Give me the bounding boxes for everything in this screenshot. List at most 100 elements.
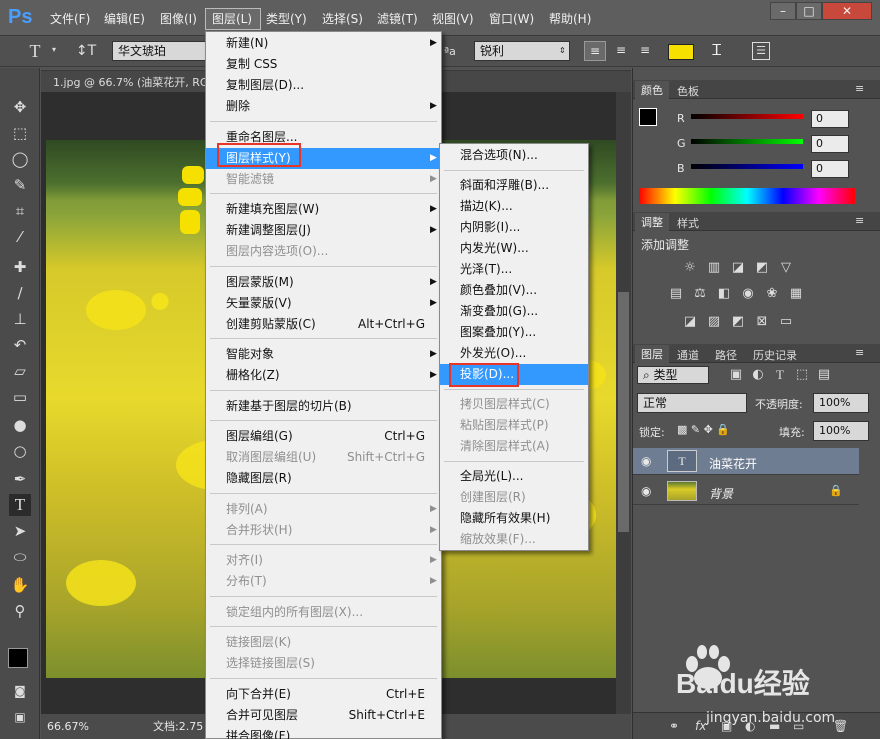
tab-color[interactable]: 颜色 xyxy=(635,81,669,99)
opacity-field[interactable]: 100% xyxy=(813,393,869,413)
align-left-icon[interactable]: ≡ xyxy=(584,41,606,61)
menu-filter[interactable]: 滤镜(T) xyxy=(377,10,418,27)
dodge-tool-icon[interactable]: ○ xyxy=(9,440,31,462)
maximize-button[interactable]: □ xyxy=(796,2,822,20)
layer-row-text[interactable]: ◉ T 油菜花开 xyxy=(633,448,859,475)
gradient-tool-icon[interactable]: ▭ xyxy=(9,386,31,408)
pen-tool-icon[interactable]: ✒ xyxy=(9,468,31,490)
eye-icon[interactable]: ◉ xyxy=(641,454,651,468)
channel-mixer-icon[interactable]: ❀ xyxy=(763,286,781,302)
fill-field[interactable]: 100% xyxy=(813,421,869,441)
vibrance-icon[interactable]: ▽ xyxy=(777,260,795,276)
tab-adjustments[interactable]: 调整 xyxy=(635,213,669,231)
screen-mode-icon[interactable]: ▣ xyxy=(9,706,31,728)
eraser-tool-icon[interactable]: ▱ xyxy=(9,360,31,382)
menu-item[interactable]: 内阴影(I)... xyxy=(440,217,588,238)
blend-mode-select[interactable]: 正常 xyxy=(637,393,747,413)
eyedropper-tool-icon[interactable]: ⁄ xyxy=(9,226,31,248)
history-brush-tool-icon[interactable]: ↶ xyxy=(9,334,31,356)
layer-filter-select[interactable]: ⌕ 类型 xyxy=(637,366,709,384)
menu-image[interactable]: 图像(I) xyxy=(160,10,197,27)
menu-item[interactable]: 斜面和浮雕(B)... xyxy=(440,175,588,196)
move-tool-icon[interactable]: ✥ xyxy=(9,96,31,118)
color-spectrum[interactable] xyxy=(639,188,855,204)
menu-item[interactable]: 智能对象 ▶ xyxy=(206,344,441,365)
foreground-color-swatch[interactable] xyxy=(8,648,28,668)
g-slider[interactable] xyxy=(691,139,803,144)
filter-type-icon[interactable]: T xyxy=(771,367,789,383)
menu-item[interactable]: 全局光(L)... xyxy=(440,466,588,487)
lasso-tool-icon[interactable]: ◯ xyxy=(9,148,31,170)
g-value-field[interactable]: 0 xyxy=(811,135,849,153)
filter-pixel-icon[interactable]: ▣ xyxy=(727,367,745,383)
ellipse-tool-icon[interactable]: ⬭ xyxy=(9,546,31,568)
menu-item[interactable]: 内发光(W)... xyxy=(440,238,588,259)
color-foreground-swatch[interactable] xyxy=(639,108,657,126)
menu-item[interactable]: 光泽(T)... xyxy=(440,259,588,280)
menu-item[interactable]: 合并可见图层 Shift+Ctrl+E xyxy=(206,705,441,726)
menu-item[interactable]: 图案叠加(Y)... xyxy=(440,322,588,343)
r-slider[interactable] xyxy=(691,114,803,119)
menu-item[interactable]: 矢量蒙版(V) ▶ xyxy=(206,293,441,314)
menu-item[interactable]: 颜色叠加(V)... xyxy=(440,280,588,301)
menu-item[interactable]: 复制图层(D)... xyxy=(206,75,441,96)
align-center-icon[interactable]: ≡ xyxy=(610,41,632,61)
path-select-tool-icon[interactable]: ➤ xyxy=(9,520,31,542)
marquee-tool-icon[interactable]: ⬚ xyxy=(9,122,31,144)
filter-adjust-icon[interactable]: ◐ xyxy=(749,367,767,383)
brush-tool-icon[interactable]: ∕ xyxy=(9,282,31,304)
tab-paths[interactable]: 路径 xyxy=(715,347,737,363)
crop-tool-icon[interactable]: ⌗ xyxy=(9,200,31,222)
menu-item[interactable]: 隐藏图层(R) xyxy=(206,468,441,489)
character-panel-icon[interactable]: ☰ xyxy=(752,42,770,60)
menu-item[interactable]: 删除 ▶ xyxy=(206,96,441,117)
tab-channels[interactable]: 通道 xyxy=(677,347,699,363)
tab-history[interactable]: 历史记录 xyxy=(753,347,797,363)
menu-type[interactable]: 类型(Y) xyxy=(266,10,307,27)
lock-icons[interactable]: ▩ ✎ ✥ 🔒 xyxy=(677,423,730,436)
menu-file[interactable]: 文件(F) xyxy=(50,10,90,27)
warp-text-icon[interactable]: Ꮖ xyxy=(712,41,722,59)
eye-icon[interactable]: ◉ xyxy=(641,484,651,498)
exposure-icon[interactable]: ◩ xyxy=(753,260,771,276)
filter-smart-icon[interactable]: ▤ xyxy=(815,367,833,383)
chevron-down-icon[interactable]: ▾ xyxy=(52,45,56,54)
layer-name[interactable]: 油菜花开 xyxy=(709,455,757,472)
color-balance-icon[interactable]: ⚖ xyxy=(691,286,709,302)
menu-item[interactable]: 复制 CSS xyxy=(206,54,441,75)
menu-view[interactable]: 视图(V) xyxy=(432,10,474,27)
layer-name[interactable]: 背景 xyxy=(709,485,733,502)
panel-menu-icon[interactable]: ≡ xyxy=(855,346,864,359)
hand-tool-icon[interactable]: ✋ xyxy=(9,574,31,596)
b-value-field[interactable]: 0 xyxy=(811,160,849,178)
menu-item[interactable]: 新建基于图层的切片(B) xyxy=(206,396,441,417)
gradient-map-icon[interactable]: ⊠ xyxy=(753,314,771,330)
tab-styles[interactable]: 样式 xyxy=(677,215,699,231)
color-lookup-icon[interactable]: ▦ xyxy=(787,286,805,302)
layer-row-background[interactable]: ◉ 背景 🔒 xyxy=(633,478,859,505)
menu-window[interactable]: 窗口(W) xyxy=(489,10,534,27)
photo-filter-icon[interactable]: ◉ xyxy=(739,286,757,302)
antialias-select[interactable]: 锐利 xyxy=(474,41,570,61)
menu-item[interactable]: 隐藏所有效果(H) xyxy=(440,508,588,529)
menu-help[interactable]: 帮助(H) xyxy=(549,10,591,27)
hue-saturation-icon[interactable]: ▤ xyxy=(667,286,685,302)
selective-color-icon[interactable]: ▭ xyxy=(777,314,795,330)
healing-tool-icon[interactable]: ✚ xyxy=(9,256,31,278)
menu-item[interactable]: 图层编组(G) Ctrl+G xyxy=(206,426,441,447)
blur-tool-icon[interactable]: ● xyxy=(9,414,31,436)
zoom-tool-icon[interactable]: ⚲ xyxy=(9,600,31,622)
menu-item[interactable]: 栅格化(Z) ▶ xyxy=(206,365,441,386)
b-slider[interactable] xyxy=(691,164,803,169)
text-color-swatch[interactable] xyxy=(668,44,694,60)
stamp-tool-icon[interactable]: ⊥ xyxy=(9,308,31,330)
menu-item[interactable]: 拼合图像(F) xyxy=(206,726,441,739)
menu-item[interactable]: 混合选项(N)... xyxy=(440,145,588,166)
type-tool-icon[interactable]: T xyxy=(24,40,46,62)
menu-item[interactable]: 创建剪贴蒙版(C) Alt+Ctrl+G xyxy=(206,314,441,335)
align-right-icon[interactable]: ≡ xyxy=(634,41,656,61)
menu-layer[interactable]: 图层(L) xyxy=(212,10,252,27)
filter-shape-icon[interactable]: ⬚ xyxy=(793,367,811,383)
menu-item[interactable]: 外发光(O)... xyxy=(440,343,588,364)
type-tool-active-icon[interactable]: T xyxy=(9,494,31,516)
